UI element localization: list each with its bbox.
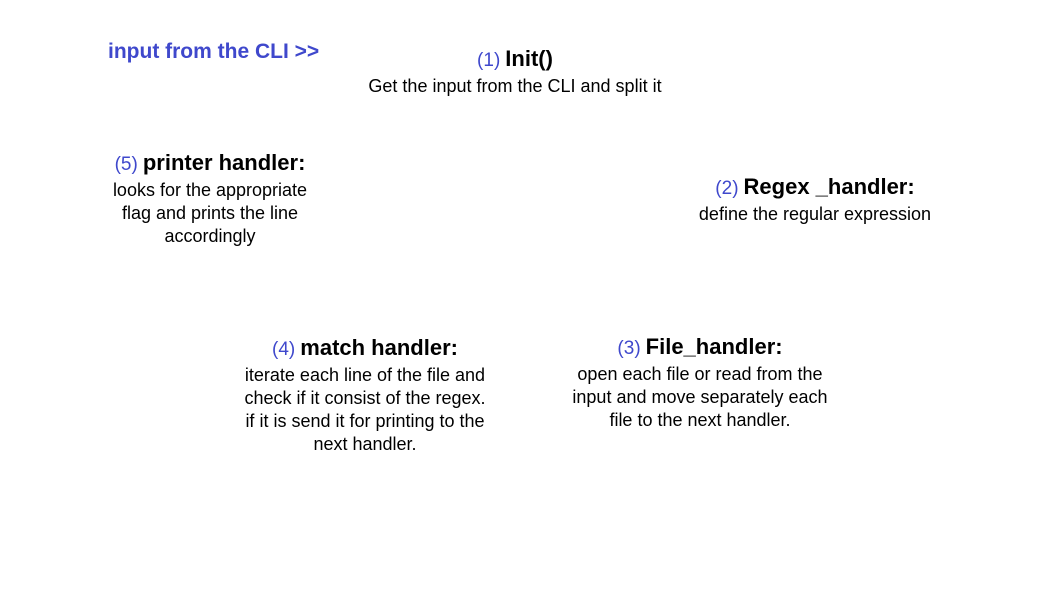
match-handler-node: (4) match handler: iterate each line of t… (200, 335, 530, 456)
printer-desc-line: flag and prints the line (121, 203, 299, 223)
init-step-title: Init() (505, 46, 553, 71)
regex-handler-description: define the regular expression (660, 203, 970, 226)
printer-handler-number: (5) (114, 154, 138, 175)
regex-desc-line: define the regular expression (698, 204, 932, 224)
file-handler-title: File_handler: (645, 334, 783, 359)
printer-handler-title: printer handler: (142, 150, 306, 175)
file-handler-number: (3) (617, 338, 641, 359)
printer-handler-node: (5) printer handler: looks for the approp… (60, 150, 360, 248)
match-desc-line: iterate each line of the file and (244, 365, 486, 385)
regex-handler-node: (2) Regex _handler: define the regular ex… (660, 174, 970, 226)
printer-handler-description: looks for the appropriate flag and print… (60, 179, 360, 248)
match-handler-description: iterate each line of the file and check … (200, 364, 530, 456)
printer-desc-line: accordingly (164, 226, 256, 246)
match-desc-line: if it is send it for printing to the (245, 411, 485, 431)
match-handler-header: (4) match handler: (200, 335, 530, 364)
init-step-number: (1) (477, 50, 501, 71)
match-handler-title: match handler: (300, 335, 458, 360)
file-handler-header: (3) File_handler: (530, 334, 870, 363)
file-desc-line: open each file or read from the (577, 364, 823, 384)
printer-desc-line: looks for the appropriate (112, 180, 308, 200)
init-step-node: (1) Init() Get the input from the CLI and… (330, 46, 700, 98)
init-step-header: (1) Init() (330, 46, 700, 75)
match-desc-line: check if it consist of the regex. (244, 388, 486, 408)
init-step-description: Get the input from the CLI and split it (330, 75, 700, 98)
file-desc-line: file to the next handler. (609, 410, 791, 430)
printer-handler-header: (5) printer handler: (60, 150, 360, 179)
file-handler-description: open each file or read from the input an… (530, 363, 870, 432)
regex-handler-header: (2) Regex _handler: (660, 174, 970, 203)
file-desc-line: input and move separately each (572, 387, 828, 407)
init-desc-line: Get the input from the CLI and split it (368, 76, 662, 96)
match-handler-number: (4) (272, 339, 296, 360)
regex-handler-number: (2) (715, 178, 739, 199)
cli-input-label: input from the CLI >> (108, 40, 320, 63)
file-handler-node: (3) File_handler: open each file or read … (530, 334, 870, 432)
match-desc-line: next handler. (313, 434, 417, 454)
regex-handler-title: Regex _handler: (743, 174, 915, 199)
